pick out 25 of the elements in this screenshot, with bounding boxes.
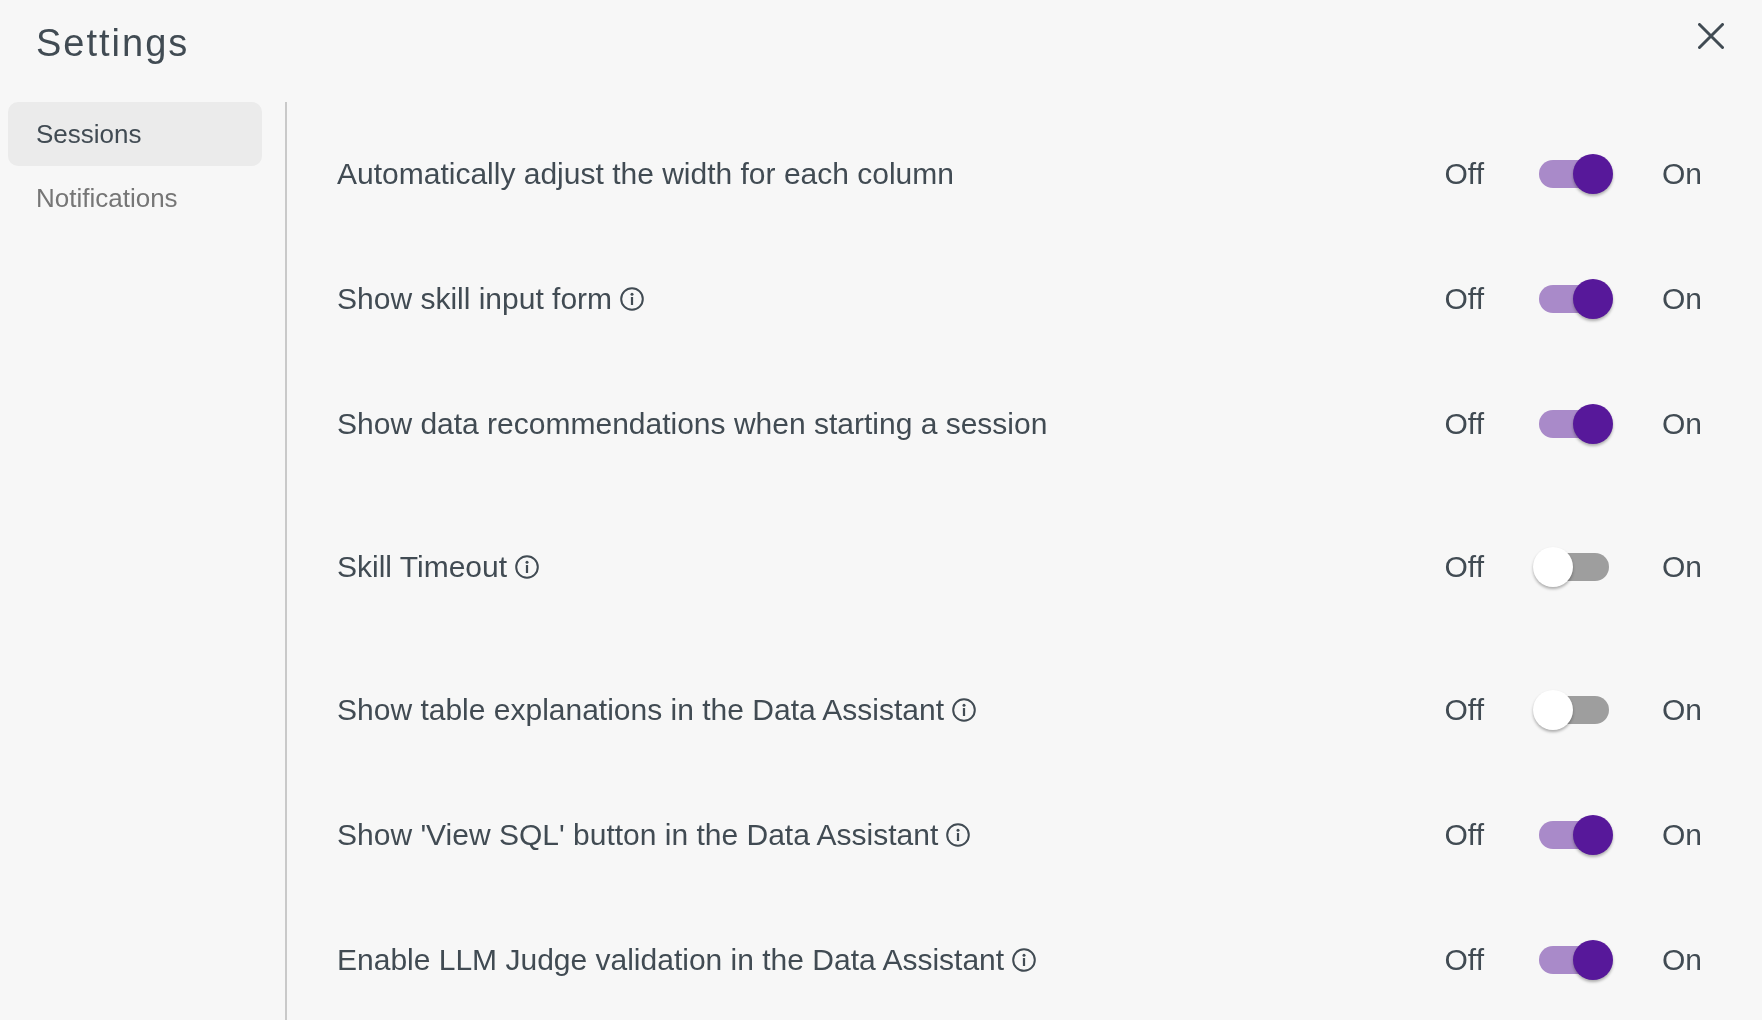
on-label: On bbox=[1661, 549, 1702, 585]
setting-label: Automatically adjust the width for each column bbox=[337, 156, 954, 192]
sidebar-item[interactable]: Sessions bbox=[8, 102, 262, 166]
dialog-title: Settings bbox=[36, 21, 190, 66]
sidebar-item[interactable]: Notifications bbox=[8, 166, 262, 230]
off-label: Off bbox=[1444, 281, 1484, 317]
off-label: Off bbox=[1444, 549, 1484, 585]
off-label: Off bbox=[1444, 156, 1484, 192]
off-label: Off bbox=[1444, 817, 1484, 853]
on-label: On bbox=[1661, 817, 1702, 853]
setting-label: Show skill input form bbox=[337, 281, 613, 317]
setting-label: Show table explanations in the Data Assistant bbox=[337, 692, 945, 728]
off-label: Off bbox=[1444, 406, 1484, 442]
setting-label: Enable LLM Judge validation in the Data Assistant bbox=[337, 942, 1005, 978]
on-label: On bbox=[1661, 281, 1702, 317]
setting-label: Skill Timeout bbox=[337, 549, 508, 585]
on-label: On bbox=[1661, 942, 1702, 978]
setting-label: Show 'View SQL' button in the Data Assistant bbox=[337, 817, 939, 853]
on-label: On bbox=[1661, 692, 1702, 728]
close-icon bbox=[1698, 23, 1724, 49]
on-label: On bbox=[1661, 156, 1702, 192]
setting-label: Show data recommendations when starting a session bbox=[337, 406, 1048, 442]
off-label: Off bbox=[1444, 692, 1484, 728]
on-label: On bbox=[1661, 406, 1702, 442]
off-label: Off bbox=[1444, 942, 1484, 978]
